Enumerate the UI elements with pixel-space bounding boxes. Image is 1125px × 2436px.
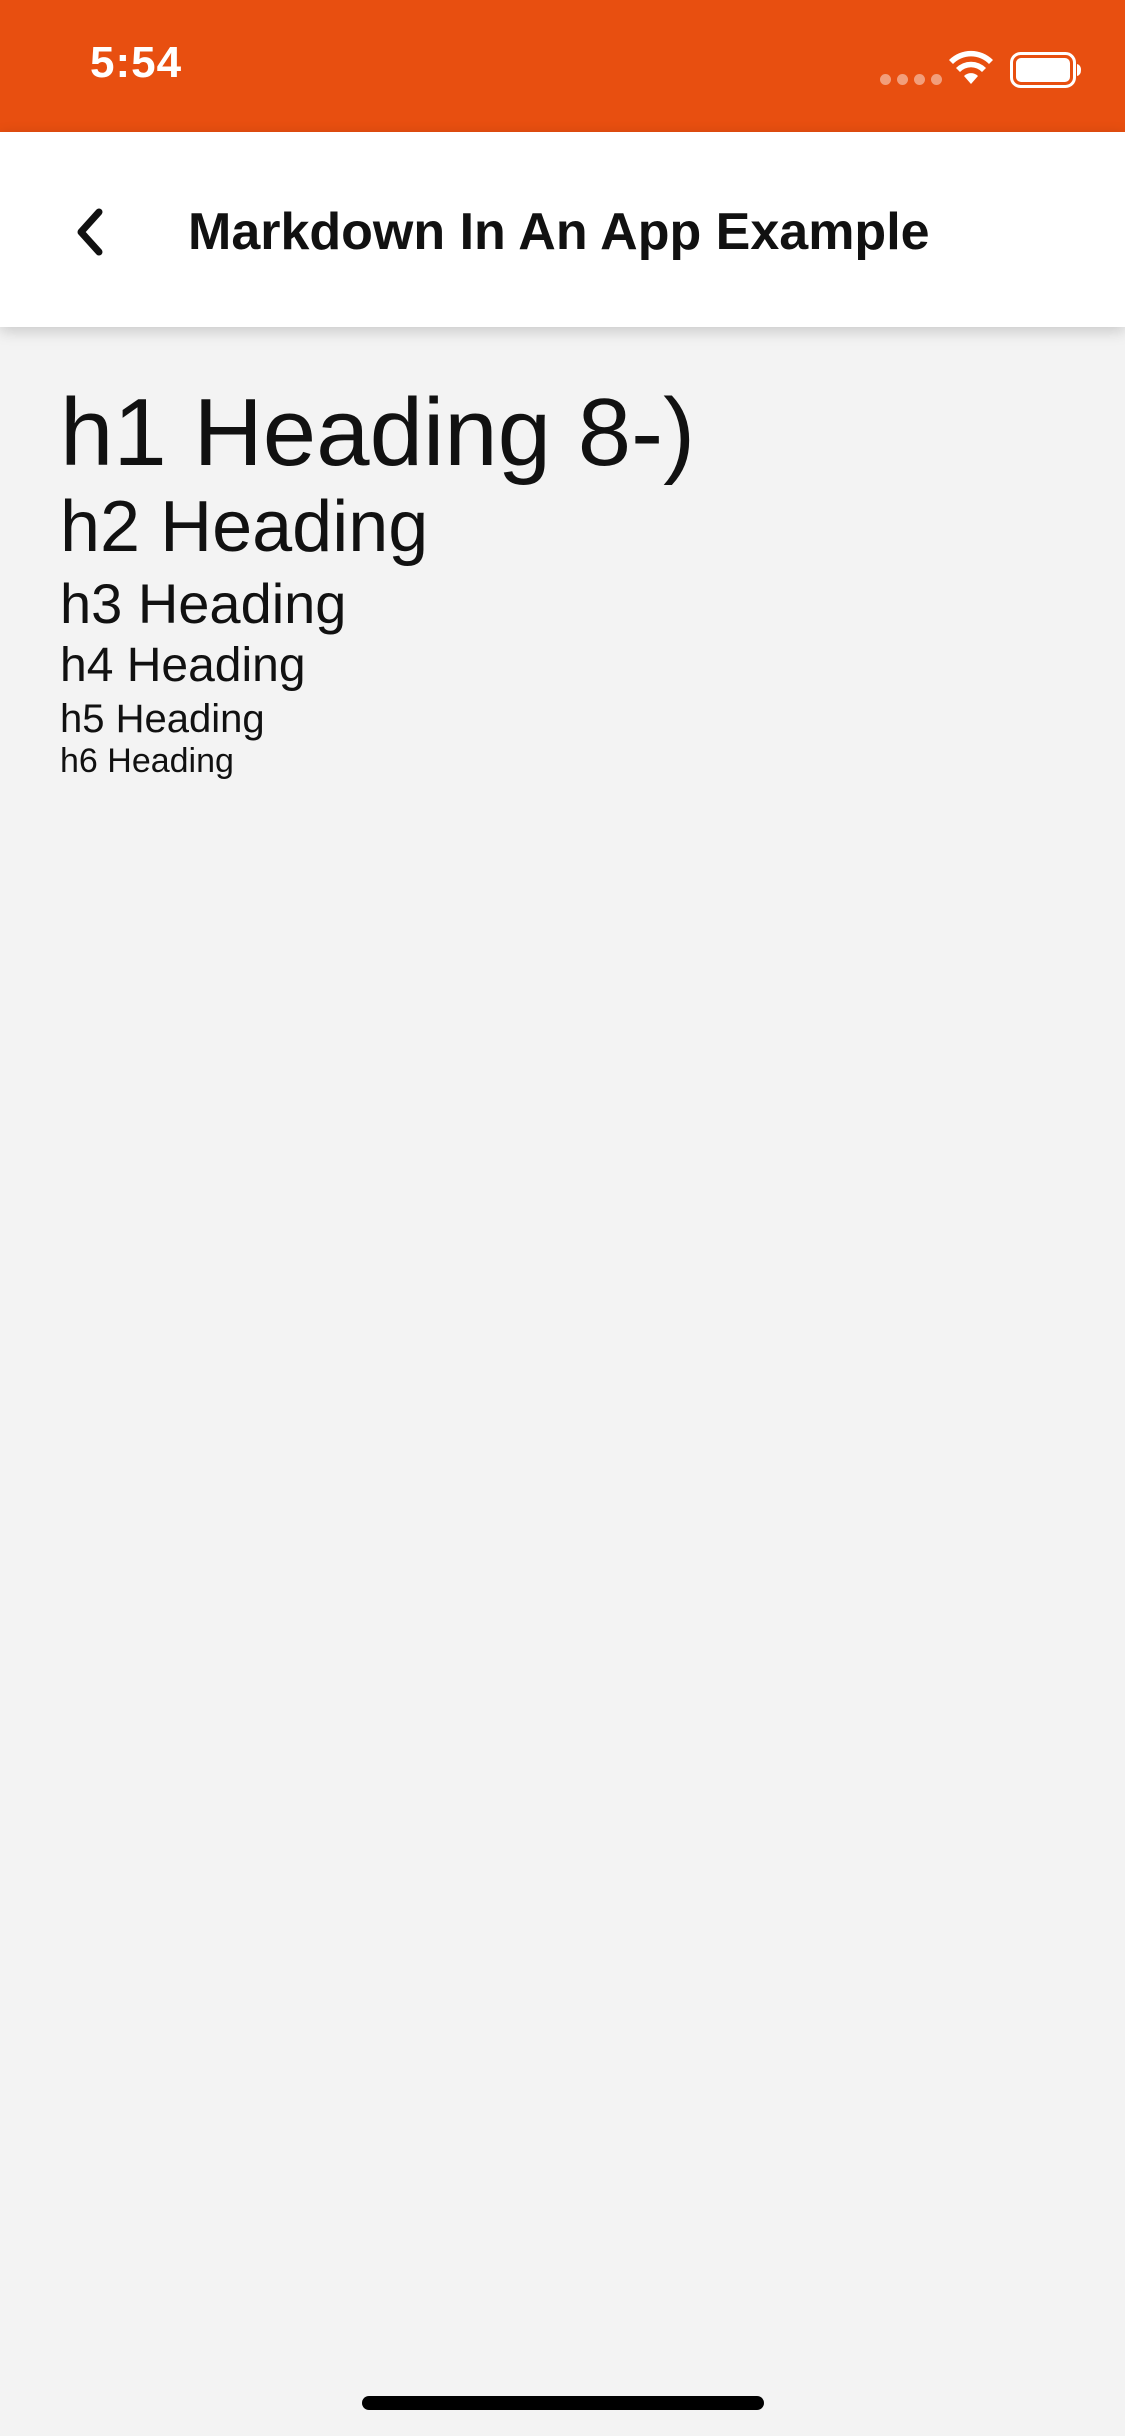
heading-h1: h1 Heading 8-) [60, 379, 696, 486]
home-indicator[interactable] [362, 2396, 764, 2410]
wifi-icon [949, 50, 993, 84]
page-title: Markdown In An App Example [188, 203, 930, 261]
heading-h6: h6 Heading [60, 742, 234, 781]
navigation-bar: Markdown In An App Example [0, 132, 1125, 327]
markdown-content: h1 Heading 8-) h2 Heading h3 Heading h4 … [60, 380, 1065, 781]
chevron-left-icon [77, 208, 103, 256]
heading-h2: h2 Heading [60, 486, 429, 567]
status-bar: 5:54 [0, 0, 1125, 132]
heading-h4: h4 Heading [60, 639, 306, 693]
battery-icon [1010, 52, 1081, 88]
signal-dots-icon [880, 74, 942, 85]
heading-h5: h5 Heading [60, 697, 265, 742]
heading-h3: h3 Heading [60, 571, 347, 635]
status-time: 5:54 [90, 38, 183, 87]
back-button[interactable] [50, 192, 130, 272]
